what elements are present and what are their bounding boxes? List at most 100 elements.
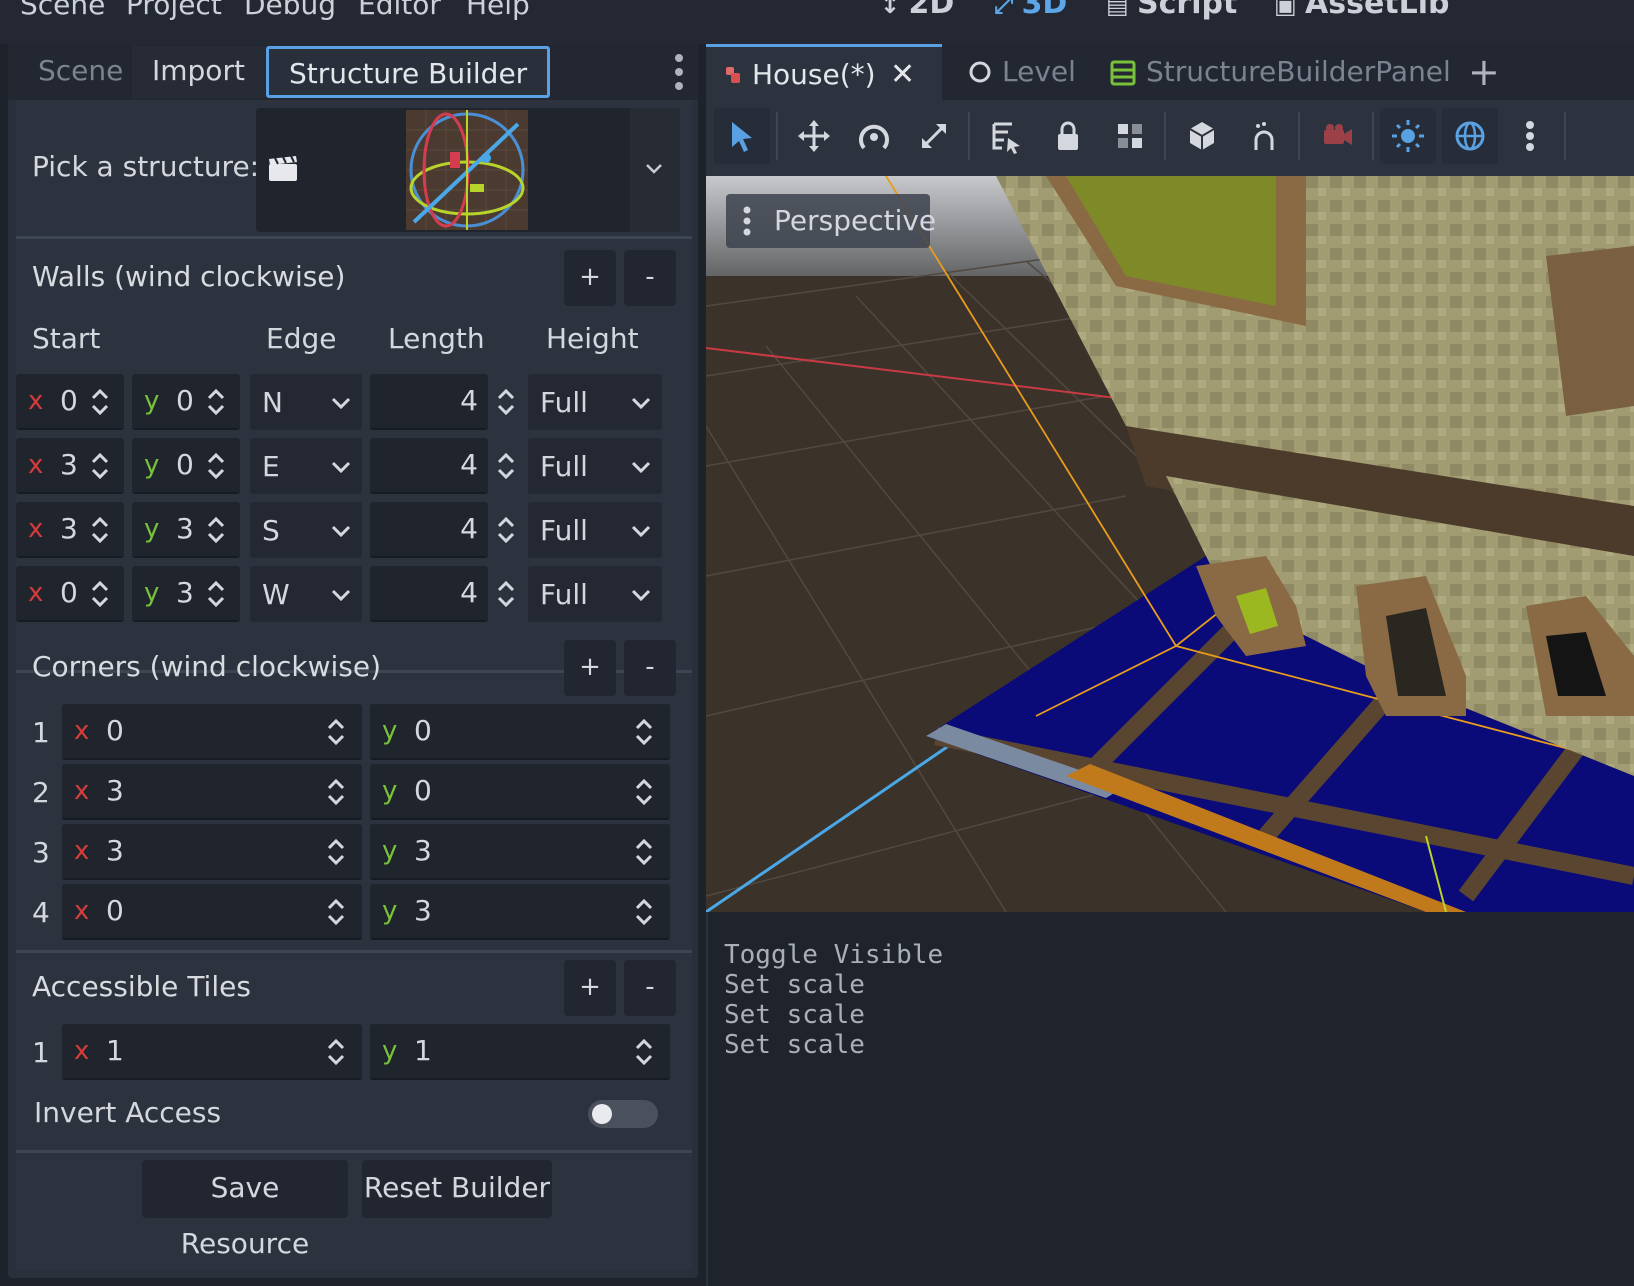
viewport-options-menu[interactable] — [1502, 108, 1558, 164]
wall-length-field[interactable]: 4 — [370, 566, 488, 622]
spin-arrows-icon[interactable] — [204, 514, 228, 546]
wall-start-x-field[interactable]: x 3 — [16, 438, 124, 494]
add-accessible-tile-button[interactable]: + — [564, 960, 616, 1016]
wall-edge-dropdown[interactable]: W — [250, 566, 362, 622]
tab-level[interactable]: Level — [968, 44, 1088, 100]
spin-arrows-icon[interactable] — [494, 578, 518, 610]
wall-height-dropdown[interactable]: Full — [528, 438, 662, 494]
spin-arrows-icon[interactable] — [494, 386, 518, 418]
spin-arrows-icon[interactable] — [494, 514, 518, 546]
spin-arrows-icon[interactable] — [324, 1036, 348, 1068]
3d-viewport[interactable]: Perspective — [706, 176, 1634, 912]
spin-arrows-icon[interactable] — [204, 386, 228, 418]
perspective-menu-button[interactable]: Perspective — [726, 194, 936, 248]
spin-arrows-icon[interactable] — [324, 716, 348, 748]
spin-arrows-icon[interactable] — [632, 896, 656, 928]
corners-y-field[interactable]: y 3 — [370, 884, 670, 940]
wall-start-x-field[interactable]: x 3 — [16, 502, 124, 558]
wall-height-dropdown[interactable]: Full — [528, 566, 662, 622]
spin-arrows-icon[interactable] — [324, 896, 348, 928]
wall-edge-dropdown[interactable]: S — [250, 502, 362, 558]
wall-height-dropdown[interactable]: Full — [528, 502, 662, 558]
wall-length-spin[interactable] — [494, 374, 518, 430]
save-resource-button[interactable]: Save Resource — [142, 1160, 348, 1260]
spin-arrows-icon[interactable] — [88, 514, 112, 546]
workspace-2d[interactable]: ↕ 2D — [880, 0, 954, 21]
tab-house[interactable]: House(*) ✕ — [706, 44, 942, 100]
lock-tool[interactable] — [1040, 108, 1096, 164]
wall-edge-dropdown[interactable]: E — [250, 438, 362, 494]
reset-builder-button[interactable]: Reset Builder — [362, 1160, 552, 1218]
corners-x-field[interactable]: x 0 — [62, 704, 362, 760]
spin-arrows-icon[interactable] — [88, 578, 112, 610]
add-wall-button[interactable]: + — [564, 250, 616, 306]
spin-arrows-icon[interactable] — [632, 776, 656, 808]
add-corner-button[interactable]: + — [564, 640, 616, 696]
spin-arrows-icon[interactable] — [632, 716, 656, 748]
spin-arrows-icon[interactable] — [494, 450, 518, 482]
wall-length-spin[interactable] — [494, 438, 518, 494]
spin-arrows-icon[interactable] — [324, 776, 348, 808]
list-select-tool[interactable] — [978, 108, 1034, 164]
mesh-tool[interactable] — [1174, 108, 1230, 164]
snap-tool[interactable] — [1236, 108, 1292, 164]
wall-length-spin[interactable] — [494, 566, 518, 622]
corners-y-field[interactable]: y 0 — [370, 764, 670, 820]
accessible-y-field[interactable]: y 1 — [370, 1024, 670, 1080]
picker-dropdown-button[interactable] — [630, 108, 680, 232]
tab-structure-builder[interactable]: Structure Builder — [266, 46, 551, 98]
wall-start-y-field[interactable]: y 0 — [132, 374, 240, 430]
menu-editor[interactable]: Editor — [358, 0, 441, 21]
sun-toggle[interactable] — [1380, 108, 1436, 164]
menu-project[interactable]: Project — [126, 0, 222, 21]
tab-scene[interactable]: Scene — [18, 46, 143, 98]
spin-arrows-icon[interactable] — [632, 1036, 656, 1068]
wall-length-field[interactable]: 4 — [370, 438, 488, 494]
group-tool[interactable] — [1102, 108, 1158, 164]
spin-arrows-icon[interactable] — [88, 450, 112, 482]
workspace-3d[interactable]: ⤢ 3D — [994, 0, 1067, 21]
scale-tool[interactable] — [906, 108, 962, 164]
corners-x-field[interactable]: x 3 — [62, 824, 362, 880]
corners-y-field[interactable]: y 3 — [370, 824, 670, 880]
dock-menu-icon[interactable] — [672, 54, 686, 90]
spin-arrows-icon[interactable] — [632, 836, 656, 868]
workspace-assetlib[interactable]: ▣ AssetLib — [1274, 0, 1450, 21]
spin-arrows-icon[interactable] — [324, 836, 348, 868]
wall-length-spin[interactable] — [494, 502, 518, 558]
accessible-x-field[interactable]: x 1 — [62, 1024, 362, 1080]
wall-height-dropdown[interactable]: Full — [528, 374, 662, 430]
menu-debug[interactable]: Debug — [244, 0, 336, 21]
spin-arrows-icon[interactable] — [204, 450, 228, 482]
output-log-panel[interactable]: Toggle Visible Set scale Set scale Set s… — [706, 912, 1634, 1286]
remove-wall-button[interactable]: - — [624, 250, 676, 306]
remove-corner-button[interactable]: - — [624, 640, 676, 696]
tab-structure-builder-panel[interactable]: StructureBuilderPanel — [1110, 44, 1451, 100]
wall-length-field[interactable]: 4 — [370, 502, 488, 558]
select-tool[interactable] — [714, 108, 770, 164]
corners-x-field[interactable]: x 0 — [62, 884, 362, 940]
wall-length-field[interactable]: 4 — [370, 374, 488, 430]
wall-edge-dropdown[interactable]: N — [250, 374, 362, 430]
spin-arrows-icon[interactable] — [88, 386, 112, 418]
wall-start-y-field[interactable]: y 3 — [132, 566, 240, 622]
camera-tool[interactable] — [1310, 108, 1366, 164]
corners-x-field[interactable]: x 3 — [62, 764, 362, 820]
close-icon[interactable]: ✕ — [890, 47, 915, 103]
corners-y-field[interactable]: y 0 — [370, 704, 670, 760]
workspace-script[interactable]: ▤ Script — [1106, 0, 1237, 21]
move-tool[interactable] — [786, 108, 842, 164]
rotate-tool[interactable] — [846, 108, 902, 164]
spin-arrows-icon[interactable] — [204, 578, 228, 610]
remove-accessible-tile-button[interactable]: - — [624, 960, 676, 1016]
wall-start-x-field[interactable]: x 0 — [16, 566, 124, 622]
wall-start-y-field[interactable]: y 3 — [132, 502, 240, 558]
environment-toggle[interactable] — [1442, 108, 1498, 164]
invert-access-toggle[interactable] — [588, 1100, 658, 1128]
wall-start-x-field[interactable]: x 0 — [16, 374, 124, 430]
wall-start-y-field[interactable]: y 0 — [132, 438, 240, 494]
structure-picker[interactable] — [256, 108, 680, 232]
menu-scene[interactable]: Scene — [20, 0, 105, 21]
tab-import[interactable]: Import — [132, 46, 265, 98]
menu-help[interactable]: Help — [466, 0, 530, 21]
